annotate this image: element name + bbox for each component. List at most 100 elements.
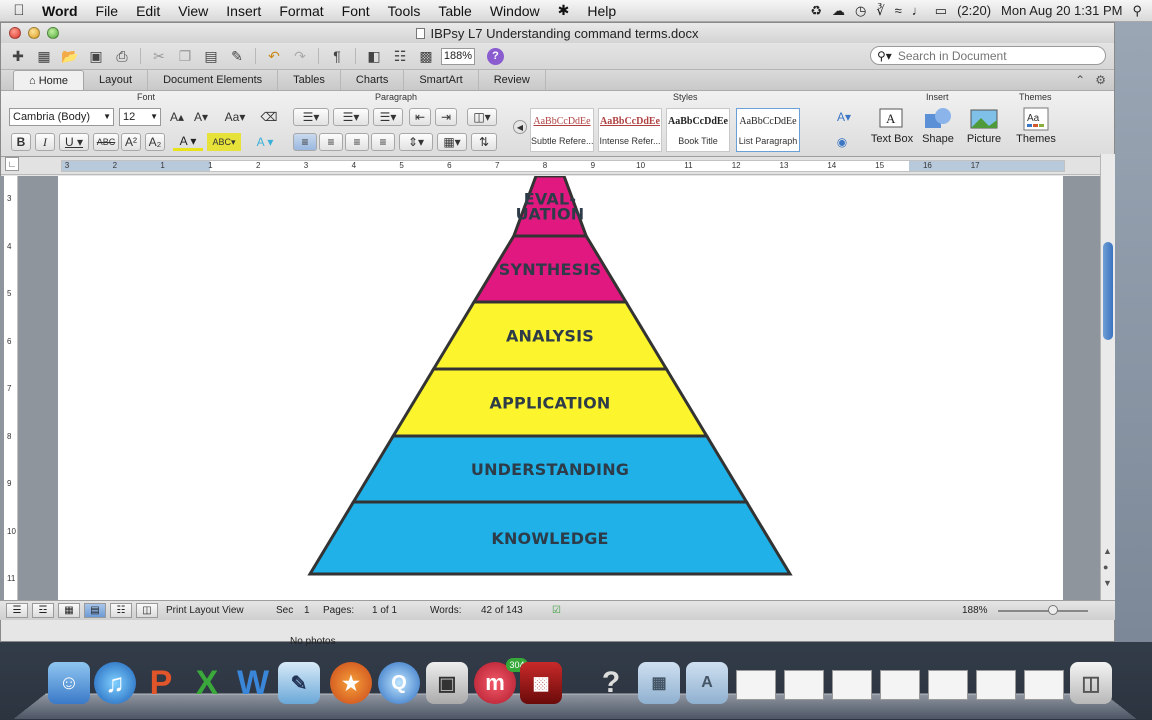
applications-folder-icon[interactable]: A: [686, 662, 728, 704]
sort-button[interactable]: ⇅: [471, 133, 497, 151]
tab-review[interactable]: Review: [479, 70, 546, 90]
tab-tables[interactable]: Tables: [278, 70, 341, 90]
styles-pane-icon[interactable]: A▾: [831, 108, 857, 126]
scrollbar-thumb[interactable]: [1103, 242, 1113, 340]
style-subtle-reference[interactable]: AaBbCcDdEe Subtle Refere...: [530, 108, 594, 152]
minimized-window-thumbnail[interactable]: [880, 670, 920, 700]
unknown-app-icon[interactable]: ?: [590, 662, 632, 704]
menu-view[interactable]: View: [169, 3, 217, 19]
sidebar-icon[interactable]: ◧: [363, 46, 385, 66]
publishing-view-button[interactable]: ▦: [58, 603, 80, 618]
menu-table[interactable]: Table: [429, 3, 480, 19]
menu-app-word[interactable]: Word: [38, 3, 87, 19]
itunes-icon[interactable]: ♫: [94, 662, 136, 704]
draft-view-button[interactable]: ☰: [6, 603, 28, 618]
minimized-window-thumbnail[interactable]: [736, 670, 776, 700]
vertical-ruler[interactable]: 3 4 5 6 7 8 9 10 11: [4, 176, 18, 600]
shape-button[interactable]: Shape: [915, 105, 961, 145]
minimized-window-thumbnail[interactable]: [928, 670, 968, 700]
minimized-window-thumbnail[interactable]: [784, 670, 824, 700]
bluetooth-icon[interactable]: ∛: [876, 3, 884, 19]
show-formatting-icon[interactable]: ¶: [326, 46, 348, 66]
menu-edit[interactable]: Edit: [127, 3, 169, 19]
tab-stop-selector[interactable]: ∟: [5, 157, 19, 171]
page-up-icon[interactable]: ▲: [1103, 546, 1112, 556]
text-effects-button[interactable]: A ▾: [251, 133, 279, 151]
italic-button[interactable]: I: [35, 133, 55, 151]
apple-menu-icon[interactable]: : [0, 2, 38, 19]
picture-button[interactable]: Picture: [961, 105, 1007, 145]
zoom-field[interactable]: 188%: [441, 47, 475, 65]
line-spacing-button[interactable]: ⇕▾: [399, 133, 433, 151]
battery-icon[interactable]: ▭: [935, 3, 947, 19]
align-center-button[interactable]: ≡: [319, 133, 343, 151]
decrease-indent-button[interactable]: ⇤: [409, 108, 431, 126]
font-size-select[interactable]: 12 ▼: [119, 108, 161, 126]
columns-button[interactable]: ◫▾: [467, 108, 497, 126]
highlight-button[interactable]: ABC▾: [207, 133, 241, 151]
undo-icon[interactable]: ↶: [263, 46, 285, 66]
excel-icon[interactable]: X: [186, 662, 228, 704]
collapse-ribbon-icon[interactable]: ⌃: [1075, 73, 1085, 87]
trash-icon[interactable]: ◫: [1070, 662, 1112, 704]
multilevel-list-button[interactable]: ☰▾: [373, 108, 403, 126]
tab-smartart[interactable]: SmartArt: [404, 70, 479, 90]
spotlight-icon[interactable]: ⚲: [1132, 3, 1142, 19]
format-painter-icon[interactable]: ✎: [226, 46, 248, 66]
zoom-slider[interactable]: [998, 610, 1088, 612]
sync-icon[interactable]: ♻: [810, 3, 822, 19]
subscript-button[interactable]: A₂: [145, 133, 165, 151]
numbering-button[interactable]: ☰▾: [333, 108, 369, 126]
help-button[interactable]: ?: [487, 47, 504, 65]
print-icon[interactable]: ⎙: [111, 46, 133, 66]
save-icon[interactable]: ▣: [85, 46, 107, 66]
paste-icon[interactable]: ▤: [200, 46, 222, 66]
minimized-window-thumbnail[interactable]: [976, 670, 1016, 700]
ribbon-settings-icon[interactable]: ⚙: [1095, 73, 1106, 87]
spelling-check-icon[interactable]: ☑: [552, 605, 561, 616]
minimized-window-thumbnail[interactable]: [1024, 670, 1064, 700]
templates-icon[interactable]: ▦: [33, 46, 55, 66]
document-page[interactable]: EVAL- UATION SYNTHESIS ANALYSIS APPLICATION U…: [58, 176, 1063, 600]
pyramid-diagram[interactable]: EVAL-UATIONSYNTHESISANALYSISAPPLICATIONU…: [58, 176, 1063, 600]
wifi-icon[interactable]: ≈: [895, 3, 902, 18]
tab-home[interactable]: ⌂ Home: [13, 70, 85, 90]
notebook-view-button[interactable]: ☷: [110, 603, 132, 618]
shrink-font-icon[interactable]: A▾: [191, 108, 211, 126]
manage-styles-icon[interactable]: ◉: [833, 133, 851, 151]
minimized-window-thumbnail[interactable]: [832, 670, 872, 700]
browse-object-icon[interactable]: ●: [1103, 562, 1108, 572]
grow-font-icon[interactable]: A▴: [167, 108, 187, 126]
cut-icon[interactable]: ✂: [148, 46, 170, 66]
borders-button[interactable]: ▦▾: [437, 133, 467, 151]
menubar-clock[interactable]: Mon Aug 20 1:31 PM: [1001, 3, 1122, 18]
powerpoint-icon[interactable]: P: [140, 662, 182, 704]
styles-prev-icon[interactable]: ◀: [513, 120, 527, 134]
superscript-button[interactable]: A²: [121, 133, 141, 151]
media-browser-icon[interactable]: ▩: [415, 46, 437, 66]
horizontal-ruler[interactable]: ∟ 3 2 1 1 2 3 4 5 6 7 8 9 10 11 12 13 14 15 16 17: [1, 157, 1114, 175]
align-left-button[interactable]: ≡: [293, 133, 317, 151]
dropbox-icon[interactable]: ☁: [832, 3, 845, 19]
finder-icon[interactable]: ☺: [48, 662, 90, 704]
style-list-paragraph[interactable]: AaBbCcDdEe List Paragraph: [736, 108, 800, 152]
text-box-button[interactable]: A Text Box: [869, 105, 915, 145]
volume-icon[interactable]: ♩: [912, 3, 925, 18]
vertical-scrollbar[interactable]: ▲ ● ▼: [1100, 154, 1115, 610]
increase-indent-button[interactable]: ⇥: [435, 108, 457, 126]
zoom-slider-knob[interactable]: [1048, 605, 1058, 615]
documents-folder-icon[interactable]: ▦: [638, 662, 680, 704]
tab-layout[interactable]: Layout: [84, 70, 149, 90]
redo-icon[interactable]: ↷: [289, 46, 311, 66]
justify-button[interactable]: ≡: [371, 133, 395, 151]
clear-formatting-icon[interactable]: ⌫: [259, 108, 279, 126]
focus-view-button[interactable]: ◫: [136, 603, 158, 618]
tab-charts[interactable]: Charts: [341, 70, 405, 90]
align-right-button[interactable]: ≡: [345, 133, 369, 151]
firefox-icon[interactable]: ★: [330, 662, 372, 704]
menu-format[interactable]: Format: [270, 3, 332, 19]
time-machine-icon[interactable]: ◷: [855, 3, 866, 19]
photo-booth-icon[interactable]: ▣: [426, 662, 468, 704]
outline-view-button[interactable]: ☲: [32, 603, 54, 618]
notes-icon[interactable]: ✎: [278, 662, 320, 704]
